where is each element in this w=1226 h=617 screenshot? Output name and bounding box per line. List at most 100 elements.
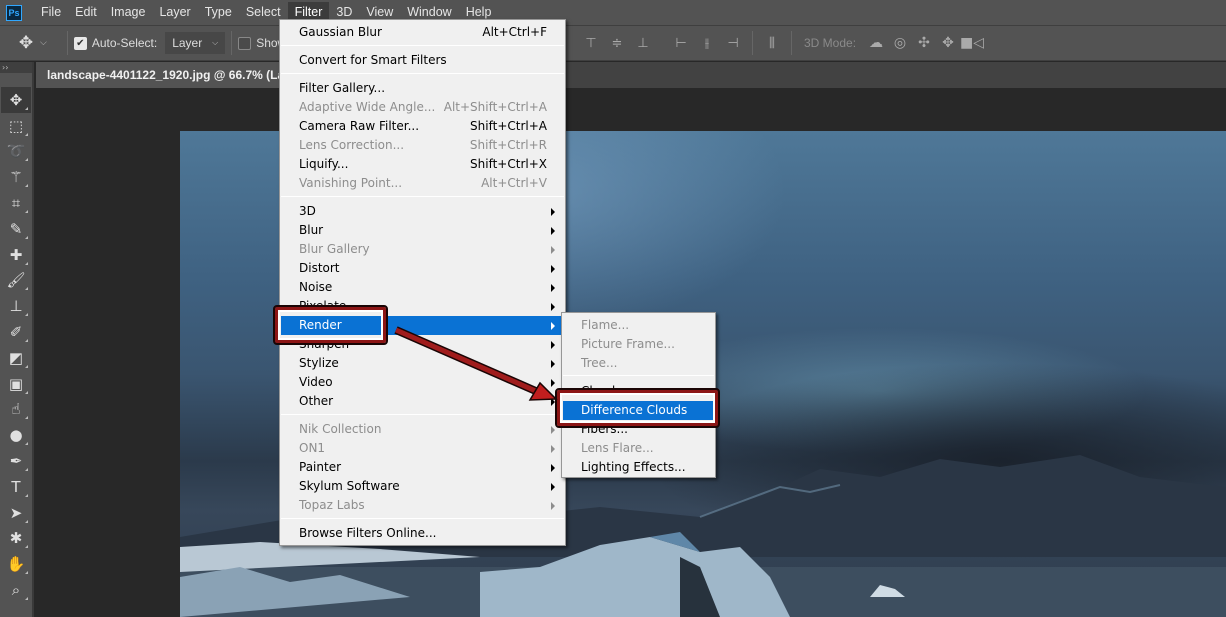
filter-menu-item-skylum-software[interactable]: Skylum Software: [281, 477, 564, 496]
render-menu-item-lens-flare[interactable]: Lens Flare...: [563, 439, 714, 458]
pan-3d-icon[interactable]: ✣: [915, 34, 933, 52]
gradient-tool-icon[interactable]: ▣: [1, 371, 31, 397]
show-transform-checkbox[interactable]: [238, 36, 252, 50]
lasso-tool-icon[interactable]: ➰: [1, 139, 31, 165]
filter-menu-item-camera-raw-filter[interactable]: Camera Raw Filter... Shift+Ctrl+A: [281, 117, 564, 136]
document-tab[interactable]: landscape-4401122_1920.jpg @ 66.7% (La: [36, 62, 286, 88]
render-menu-item-picture-frame[interactable]: Picture Frame...: [563, 335, 714, 354]
filter-menu-item-lens-correction[interactable]: Lens Correction... Shift+Ctrl+R: [281, 136, 564, 155]
shape-tool-icon[interactable]: ✱: [1, 526, 31, 552]
annotation-box-difference-clouds: [555, 388, 720, 428]
pen-tool-icon[interactable]: ✒: [1, 448, 31, 474]
render-menu-item-lighting-effects[interactable]: Lighting Effects...: [563, 458, 714, 477]
filter-menu-item-on1[interactable]: ON1: [281, 439, 564, 458]
tools-panel: ›› ✥ ⬚ ➰ ⚚ ⌗ ✎ ✚ 🖌 ⊥ ✐ ◩ ▣ ☝ ● ✒ T ➤ ✱ ✋ ⌕: [0, 62, 34, 617]
menu-item-shortcut: Alt+Ctrl+F: [482, 25, 547, 39]
submenu-arrow-icon: [551, 341, 555, 349]
menu-separator: [281, 73, 564, 74]
submenu-arrow-icon: [551, 445, 555, 453]
menu-separator: [281, 45, 564, 46]
collapse-panel-icon[interactable]: ››: [0, 62, 32, 73]
menu-layer[interactable]: Layer: [152, 2, 197, 23]
render-menu-item-tree[interactable]: Tree...: [563, 354, 714, 373]
filter-menu-item-distort[interactable]: Distort: [281, 259, 564, 278]
align-vertical-center-icon[interactable]: ≑: [609, 35, 625, 51]
zoom-tool-icon[interactable]: ⌕: [1, 577, 31, 603]
filter-menu-item-gaussian-blur[interactable]: Gaussian Blur Alt+Ctrl+F: [281, 23, 564, 42]
orbit-3d-icon[interactable]: ☁: [867, 34, 885, 52]
menu-separator: [281, 196, 564, 197]
menu-item-label: Painter: [299, 460, 342, 474]
crop-tool-icon[interactable]: ⌗: [1, 190, 31, 216]
menu-item-shortcut: Alt+Ctrl+V: [481, 176, 547, 190]
filter-menu-item-3d[interactable]: 3D: [281, 202, 564, 221]
distribute-icon[interactable]: ⫼: [764, 35, 780, 51]
filter-menu-item-adaptive-wide-angle[interactable]: Adaptive Wide Angle... Alt+Shift+Ctrl+A: [281, 98, 564, 117]
menu-item-label: Convert for Smart Filters: [299, 53, 447, 67]
eyedropper-tool-icon[interactable]: ✎: [1, 216, 31, 242]
clone-stamp-tool-icon[interactable]: ⊥: [1, 293, 31, 319]
menu-item-label: Gaussian Blur: [299, 25, 382, 39]
filter-menu-item-vanishing-point[interactable]: Vanishing Point... Alt+Ctrl+V: [281, 174, 564, 193]
submenu-arrow-icon: [551, 208, 555, 216]
slide-3d-icon[interactable]: ✥: [939, 34, 957, 52]
filter-menu-item-filter-gallery[interactable]: Filter Gallery...: [281, 79, 564, 98]
submenu-arrow-icon: [551, 464, 555, 472]
filter-menu-item-video[interactable]: Video: [281, 373, 564, 392]
filter-menu-item-topaz-labs[interactable]: Topaz Labs: [281, 496, 564, 515]
menu-item-label: Adaptive Wide Angle...: [299, 100, 436, 114]
menu-item-label: Video: [299, 375, 333, 389]
align-left-icon[interactable]: ⊢: [673, 35, 689, 51]
filter-menu-item-convert-for-smart-filters[interactable]: Convert for Smart Filters: [281, 51, 564, 70]
menu-edit[interactable]: Edit: [68, 2, 104, 23]
filter-menu-item-blur[interactable]: Blur: [281, 221, 564, 240]
align-bottom-icon[interactable]: ⊥: [635, 35, 651, 51]
document-tab-bar: landscape-4401122_1920.jpg @ 66.7% (La: [36, 62, 1226, 88]
options-bar: ✥ ⌵ ✔ Auto-Select: Layer ⌵ Show ⊤ ≑ ⊥ ⊢ …: [0, 25, 1226, 61]
brush-tool-icon[interactable]: 🖌: [1, 268, 31, 294]
scale-3d-icon[interactable]: ■◁: [960, 34, 984, 52]
tool-preset-chevron-down-icon[interactable]: ⌵: [40, 38, 47, 48]
submenu-arrow-icon: [551, 227, 555, 235]
menu-file[interactable]: File: [34, 2, 68, 23]
move-icon[interactable]: ✥: [16, 33, 36, 53]
submenu-arrow-icon: [551, 322, 555, 330]
align-right-icon[interactable]: ⊣: [725, 35, 741, 51]
auto-select-label: Auto-Select:: [91, 36, 158, 50]
magic-wand-tool-icon[interactable]: ⚚: [1, 164, 31, 190]
render-menu-item-flame[interactable]: Flame...: [563, 316, 714, 335]
marquee-tool-icon[interactable]: ⬚: [1, 113, 31, 139]
eraser-tool-icon[interactable]: ◩: [1, 345, 31, 371]
auto-select-checkbox[interactable]: ✔: [73, 36, 87, 50]
blur-tool-icon[interactable]: ☝: [1, 397, 31, 423]
history-brush-tool-icon[interactable]: ✐: [1, 319, 31, 345]
filter-menu-item-nik-collection[interactable]: Nik Collection: [281, 420, 564, 439]
align-toolbar: ⊤ ≑ ⊥ ⊢ ⫲ ⊣ ⫼ 3D Mode: ☁ ◎ ✣ ✥ ■◁: [578, 26, 984, 60]
menu-type[interactable]: Type: [198, 2, 239, 23]
divider: [752, 31, 753, 55]
menu-image[interactable]: Image: [104, 2, 153, 23]
menu-item-label: 3D: [299, 204, 316, 218]
filter-menu-item-browse-filters-online[interactable]: Browse Filters Online...: [281, 524, 564, 543]
healing-brush-tool-icon[interactable]: ✚: [1, 242, 31, 268]
auto-select-target-select[interactable]: Layer ⌵: [165, 32, 226, 54]
align-top-icon[interactable]: ⊤: [583, 35, 599, 51]
filter-menu-item-painter[interactable]: Painter: [281, 458, 564, 477]
align-horizontal-center-icon[interactable]: ⫲: [699, 35, 715, 51]
path-selection-tool-icon[interactable]: ➤: [1, 500, 31, 526]
dodge-tool-icon[interactable]: ●: [1, 422, 31, 448]
menu-item-label: ON1: [299, 441, 326, 455]
menu-item-label: Browse Filters Online...: [299, 526, 437, 540]
submenu-arrow-icon: [551, 265, 555, 273]
filter-menu-item-blur-gallery[interactable]: Blur Gallery: [281, 240, 564, 259]
hand-tool-icon[interactable]: ✋: [1, 551, 31, 577]
filter-menu-item-noise[interactable]: Noise: [281, 278, 564, 297]
submenu-arrow-icon: [551, 303, 555, 311]
menu-item-label: Blur Gallery: [299, 242, 370, 256]
filter-menu-item-liquify[interactable]: Liquify... Shift+Ctrl+X: [281, 155, 564, 174]
filter-menu-item-stylize[interactable]: Stylize: [281, 354, 564, 373]
move-tool-icon[interactable]: ✥: [1, 87, 31, 113]
filter-menu-item-other[interactable]: Other: [281, 392, 564, 411]
roll-3d-icon[interactable]: ◎: [891, 34, 909, 52]
type-tool-icon[interactable]: T: [1, 474, 31, 500]
